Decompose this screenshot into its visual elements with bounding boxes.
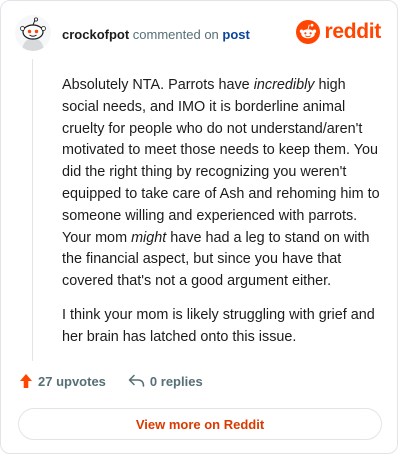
upvote-button[interactable]: 27 upvotes [19, 373, 106, 389]
comment-body: Absolutely NTA. Parrots have incredibly … [62, 75, 384, 361]
username-link[interactable]: crockofpot [62, 27, 129, 42]
reddit-logo[interactable]: reddit [296, 20, 381, 44]
upvote-arrow-icon [20, 374, 32, 388]
reply-arrow-icon [128, 374, 145, 387]
upvote-count: 27 upvotes [38, 373, 106, 389]
comment-actions: 27 upvotes 0 replies [19, 373, 203, 389]
reply-count: 0 replies [149, 373, 203, 389]
reply-button[interactable]: 0 replies [128, 374, 203, 389]
avatar-snoo-icon [15, 15, 51, 51]
thread-line [32, 59, 33, 361]
reddit-wordmark: reddit [324, 20, 381, 43]
post-link[interactable]: post [222, 27, 249, 42]
reddit-logo-icon [296, 20, 321, 44]
comment-paragraph-1: Absolutely NTA. Parrots have incredibly … [62, 77, 380, 290]
comment-embed-card: crockofpot commented on post reddit Abso… [0, 0, 398, 454]
comment-header: crockofpot commented on post [62, 27, 250, 42]
comment-paragraph-2: I think your mom is likely struggling wi… [62, 306, 375, 345]
commented-on-text: commented on [129, 27, 223, 42]
view-more-on-reddit-button[interactable]: View more on Reddit [18, 408, 382, 440]
avatar[interactable] [15, 15, 51, 51]
